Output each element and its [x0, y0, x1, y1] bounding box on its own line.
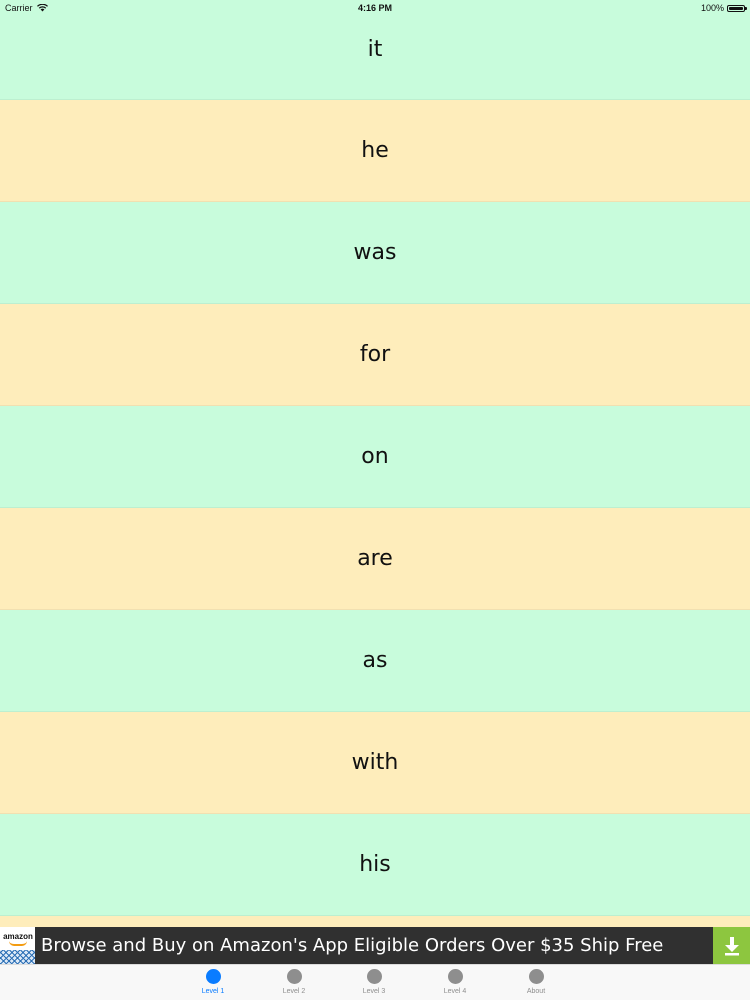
tab-bar: Level 1 Level 2 Level 3 Level 4 About: [0, 964, 750, 1000]
word-row[interactable]: for: [0, 304, 750, 406]
word-row[interactable]: he: [0, 100, 750, 202]
tab-label: Level 4: [443, 988, 467, 995]
download-icon: [724, 936, 739, 955]
amazon-smile-icon: [9, 941, 27, 946]
tab-level-3[interactable]: Level 3: [344, 968, 404, 1000]
word-label: his: [359, 852, 391, 877]
word-row[interactable]: as: [0, 610, 750, 712]
word-row[interactable]: are: [0, 508, 750, 610]
word-label: he: [361, 138, 389, 163]
word-row[interactable]: [0, 916, 750, 927]
word-row[interactable]: with: [0, 712, 750, 814]
circle-icon: [205, 969, 221, 984]
circle-icon: [366, 969, 382, 984]
circle-icon: [286, 969, 302, 984]
circle-icon: [528, 969, 544, 984]
tab-level-4[interactable]: Level 4: [425, 968, 485, 1000]
tab-label: About: [526, 988, 546, 995]
tab-label: Level 2: [282, 988, 306, 995]
tab-level-1[interactable]: Level 1: [183, 968, 243, 1000]
circle-icon: [447, 969, 463, 984]
word-label: on: [361, 444, 389, 469]
word-row[interactable]: was: [0, 202, 750, 304]
status-time: 4:16 PM: [357, 3, 392, 13]
ad-banner[interactable]: amazon Browse and Buy on Amazon's App El…: [0, 927, 750, 964]
tab-about[interactable]: About: [506, 968, 566, 1000]
word-row[interactable]: on: [0, 406, 750, 508]
tab-level-2[interactable]: Level 2: [264, 968, 324, 1000]
amazon-logo: amazon: [0, 927, 35, 964]
cart-pattern: [0, 950, 35, 964]
word-label: with: [351, 750, 399, 775]
word-label: are: [357, 546, 393, 571]
tab-label: Level 3: [362, 988, 386, 995]
tab-label: Level 1: [201, 988, 225, 995]
status-right: 100%: [700, 3, 747, 13]
word-label: for: [359, 342, 391, 367]
status-bar: Carrier 4:16 PM 100%: [0, 0, 750, 16]
word-label: as: [362, 648, 388, 673]
word-list[interactable]: it he was for on are as with his: [0, 0, 750, 927]
amazon-logo-text: amazon: [3, 932, 33, 941]
battery-icon: [727, 4, 747, 12]
battery-percent: 100%: [700, 3, 724, 13]
word-label: it: [367, 37, 383, 62]
ad-text[interactable]: Browse and Buy on Amazon's App Eligible …: [35, 935, 713, 956]
word-label: was: [353, 240, 397, 265]
word-row[interactable]: his: [0, 814, 750, 916]
download-button[interactable]: [713, 927, 750, 964]
